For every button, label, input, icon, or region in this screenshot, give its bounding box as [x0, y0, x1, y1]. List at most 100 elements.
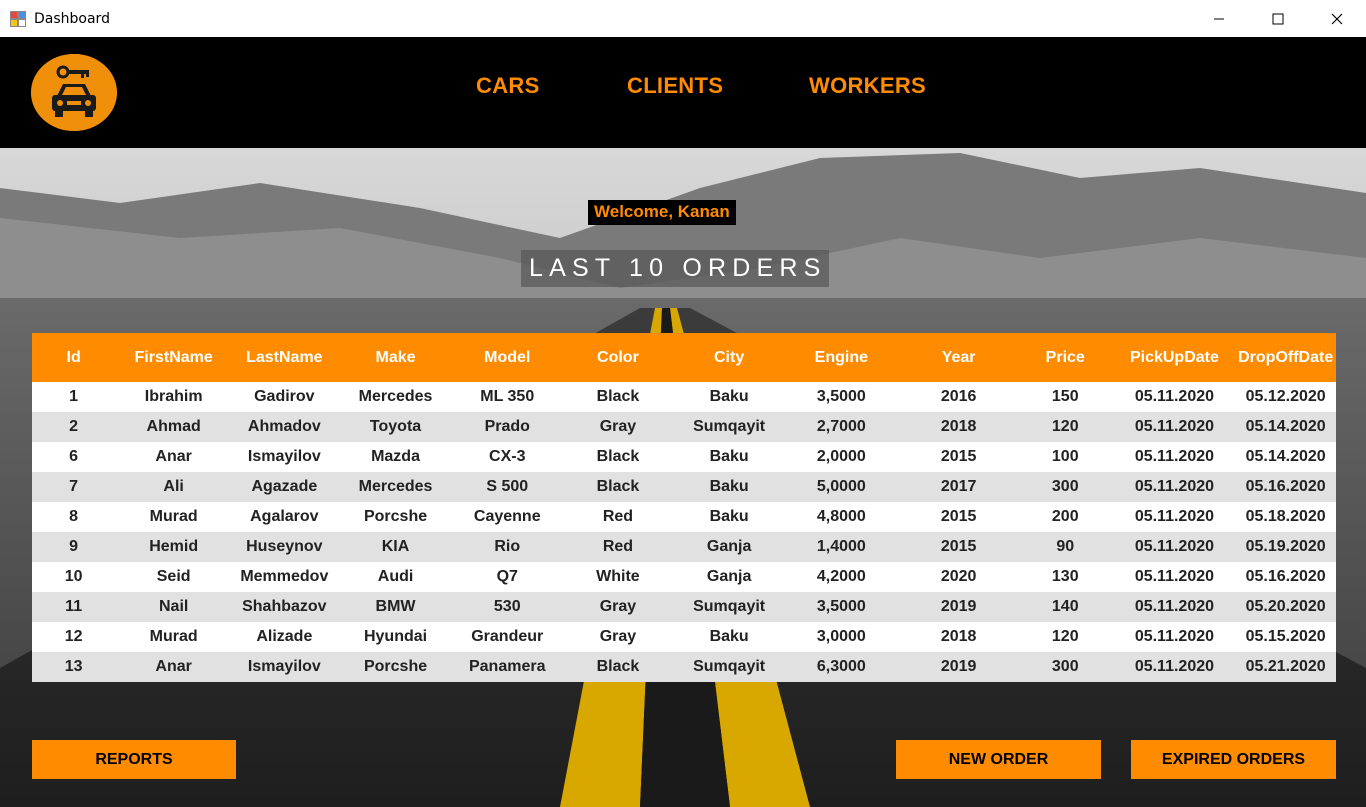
table-cell[interactable]: 300 [1017, 472, 1113, 502]
table-cell[interactable]: 05.16.2020 [1235, 472, 1336, 502]
table-cell[interactable]: 12 [32, 622, 115, 652]
new-order-button[interactable]: NEW ORDER [896, 740, 1101, 779]
table-cell[interactable]: Red [560, 502, 676, 532]
table-cell[interactable]: 120 [1017, 622, 1113, 652]
table-cell[interactable]: 05.14.2020 [1235, 412, 1336, 442]
column-header[interactable]: Price [1017, 333, 1113, 382]
table-cell[interactable]: ML 350 [454, 382, 560, 412]
reports-button[interactable]: REPORTS [32, 740, 236, 779]
table-cell[interactable]: 05.19.2020 [1235, 532, 1336, 562]
table-row[interactable]: 1 Ibrahim Gadirov Mercedes ML 350 Black Baku 3,… [32, 382, 1336, 412]
table-cell[interactable]: Sumqayit [676, 412, 783, 442]
table-cell[interactable]: 8 [32, 502, 115, 532]
table-cell[interactable]: 05.11.2020 [1113, 652, 1235, 682]
table-cell[interactable]: Baku [676, 502, 783, 532]
table-cell[interactable]: 13 [32, 652, 115, 682]
table-cell[interactable]: 05.11.2020 [1113, 502, 1235, 532]
table-cell[interactable]: 05.11.2020 [1113, 472, 1235, 502]
table-cell[interactable]: Gray [560, 412, 676, 442]
column-header[interactable]: PickUpDate [1113, 333, 1235, 382]
column-header[interactable]: Engine [782, 333, 900, 382]
table-cell[interactable]: 1 [32, 382, 115, 412]
table-cell[interactable]: Nail [115, 592, 232, 622]
table-cell[interactable]: Grandeur [454, 622, 560, 652]
table-cell[interactable]: 05.11.2020 [1113, 442, 1235, 472]
table-cell[interactable]: Alizade [232, 622, 337, 652]
table-cell[interactable]: 05.20.2020 [1235, 592, 1336, 622]
column-header[interactable]: Id [32, 333, 115, 382]
table-cell[interactable]: 120 [1017, 412, 1113, 442]
table-cell[interactable]: 4,8000 [782, 502, 900, 532]
table-cell[interactable]: 2,0000 [782, 442, 900, 472]
maximize-button[interactable] [1248, 0, 1307, 37]
nav-clients[interactable]: CLIENTS [627, 73, 723, 99]
table-row[interactable]: 10 Seid Memmedov Audi Q7 White Ganja 4,2000 2020… [32, 562, 1336, 592]
table-cell[interactable]: Gray [560, 622, 676, 652]
close-button[interactable] [1307, 0, 1366, 37]
table-cell[interactable]: Porcshe [337, 502, 455, 532]
table-cell[interactable]: Sumqayit [676, 592, 783, 622]
table-cell[interactable]: 300 [1017, 652, 1113, 682]
table-cell[interactable]: Panamera [454, 652, 560, 682]
table-cell[interactable]: Anar [115, 652, 232, 682]
table-cell[interactable]: 2020 [900, 562, 1017, 592]
table-cell[interactable]: 05.11.2020 [1113, 562, 1235, 592]
table-row[interactable]: 2 Ahmad Ahmadov Toyota Prado Gray Sumqayit 2,70… [32, 412, 1336, 442]
table-cell[interactable]: 140 [1017, 592, 1113, 622]
minimize-button[interactable] [1189, 0, 1248, 37]
table-cell[interactable]: Baku [676, 472, 783, 502]
table-cell[interactable]: Ismayilov [232, 652, 337, 682]
table-cell[interactable]: Toyota [337, 412, 455, 442]
table-cell[interactable]: 2017 [900, 472, 1017, 502]
table-cell[interactable]: 100 [1017, 442, 1113, 472]
table-cell[interactable]: 2,7000 [782, 412, 900, 442]
table-cell[interactable]: Baku [676, 622, 783, 652]
table-cell[interactable]: Hyundai [337, 622, 455, 652]
table-row[interactable]: 12 Murad Alizade Hyundai Grandeur Gray Baku 3,0… [32, 622, 1336, 652]
table-cell[interactable]: CX-3 [454, 442, 560, 472]
table-cell[interactable]: White [560, 562, 676, 592]
table-row[interactable]: 13 Anar Ismayilov Porcshe Panamera Black Sumqa… [32, 652, 1336, 682]
table-cell[interactable]: Rio [454, 532, 560, 562]
table-cell[interactable]: 6 [32, 442, 115, 472]
table-cell[interactable]: Mercedes [337, 472, 455, 502]
table-cell[interactable]: Sumqayit [676, 652, 783, 682]
table-cell[interactable]: Baku [676, 382, 783, 412]
table-cell[interactable]: Ali [115, 472, 232, 502]
column-header[interactable]: FirstName [115, 333, 232, 382]
table-cell[interactable]: KIA [337, 532, 455, 562]
table-cell[interactable]: 130 [1017, 562, 1113, 592]
table-cell[interactable]: Memmedov [232, 562, 337, 592]
table-cell[interactable]: 2019 [900, 652, 1017, 682]
table-cell[interactable]: 05.12.2020 [1235, 382, 1336, 412]
table-cell[interactable]: 05.11.2020 [1113, 592, 1235, 622]
table-cell[interactable]: 90 [1017, 532, 1113, 562]
table-row[interactable]: 11 Nail Shahbazov BMW 530 Gray Sumqayit 3,5000 2… [32, 592, 1336, 622]
table-cell[interactable]: Agalarov [232, 502, 337, 532]
column-header[interactable]: Year [900, 333, 1017, 382]
table-cell[interactable]: BMW [337, 592, 455, 622]
column-header[interactable]: LastName [232, 333, 337, 382]
table-cell[interactable]: Murad [115, 622, 232, 652]
table-row[interactable]: 9 Hemid Huseynov KIA Rio Red Ganja 1,4000 2015 90… [32, 532, 1336, 562]
table-cell[interactable]: Gadirov [232, 382, 337, 412]
table-cell[interactable]: 9 [32, 532, 115, 562]
table-cell[interactable]: 2015 [900, 442, 1017, 472]
nav-workers[interactable]: WORKERS [809, 73, 926, 99]
table-cell[interactable]: Cayenne [454, 502, 560, 532]
table-cell[interactable]: Seid [115, 562, 232, 592]
table-cell[interactable]: Q7 [454, 562, 560, 592]
table-cell[interactable]: Ahmadov [232, 412, 337, 442]
table-row[interactable]: 8 Murad Agalarov Porcshe Cayenne Red Baku 4,800… [32, 502, 1336, 532]
table-cell[interactable]: 5,0000 [782, 472, 900, 502]
table-cell[interactable]: 05.11.2020 [1113, 622, 1235, 652]
table-cell[interactable]: 05.11.2020 [1113, 382, 1235, 412]
table-cell[interactable]: 7 [32, 472, 115, 502]
table-cell[interactable]: Hemid [115, 532, 232, 562]
table-cell[interactable]: 05.11.2020 [1113, 532, 1235, 562]
table-cell[interactable]: 2015 [900, 532, 1017, 562]
table-cell[interactable]: Black [560, 382, 676, 412]
table-cell[interactable]: Huseynov [232, 532, 337, 562]
table-cell[interactable]: 11 [32, 592, 115, 622]
table-cell[interactable]: 3,0000 [782, 622, 900, 652]
